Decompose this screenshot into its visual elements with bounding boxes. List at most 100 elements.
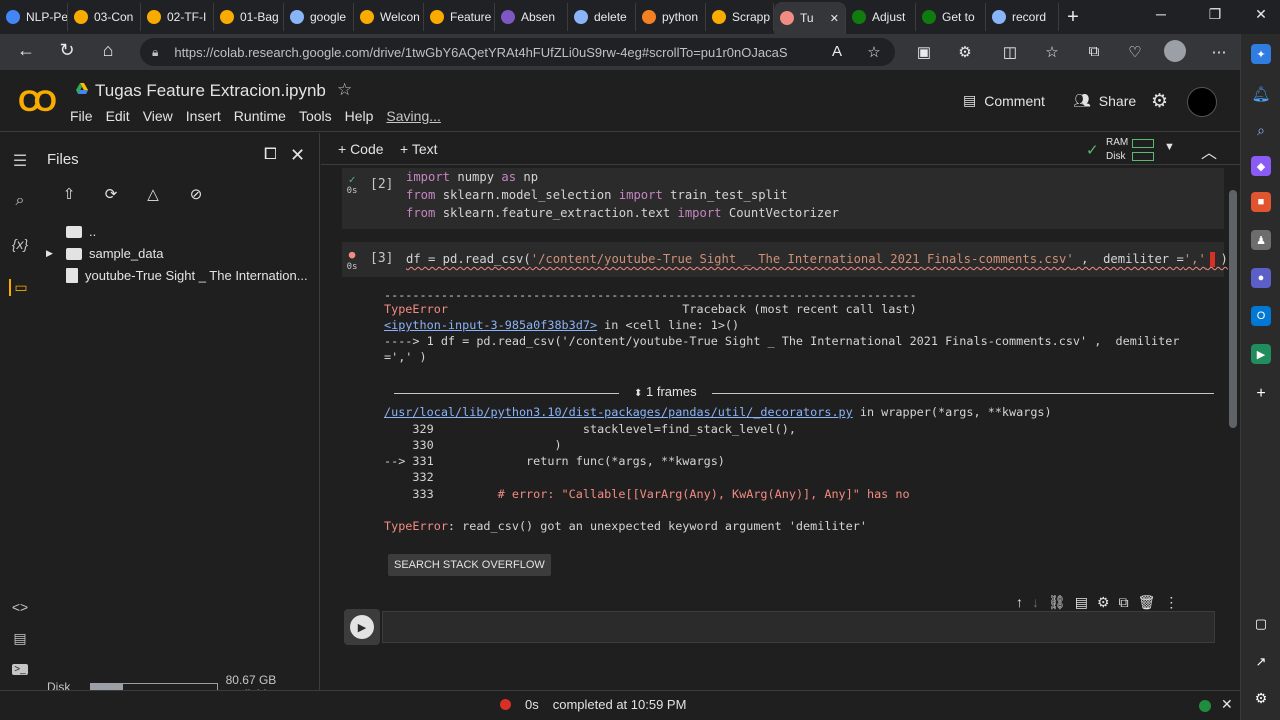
file-item-parent[interactable]: ..	[66, 224, 96, 239]
notification-icon[interactable]: 🔔︎	[1251, 84, 1271, 104]
ipython-input-link[interactable]: <ipython-input-3-985a0f38b3d7>	[384, 318, 597, 332]
code-cell-2[interactable]: ✓ 0s [2] import numpy as np from sklearn…	[342, 168, 1224, 229]
extensions-icon[interactable]: ⚙	[953, 43, 977, 61]
mount-drive-icon[interactable]: △	[142, 185, 164, 205]
favorite-star-icon[interactable]: ☆	[862, 43, 886, 61]
favorites-icon[interactable]: ☆	[1040, 43, 1064, 61]
profile-icon[interactable]	[1164, 40, 1186, 62]
browser-tab[interactable]: google	[284, 3, 354, 31]
browser-tab[interactable]: 03-Con	[68, 3, 141, 31]
hide-files-icon[interactable]: ⊘	[185, 185, 207, 205]
new-tab-button[interactable]: +	[1059, 6, 1087, 29]
share-button[interactable]: 👥︎ Share	[1073, 92, 1136, 109]
menu-tools[interactable]: Tools	[299, 108, 332, 124]
upload-file-icon[interactable]: ⇧	[58, 185, 80, 205]
colab-logo[interactable]: CO	[18, 85, 57, 119]
browser-tab[interactable]: Get to	[916, 3, 986, 31]
decorators-path-link[interactable]: /usr/local/lib/python3.10/dist-packages/…	[384, 405, 853, 419]
expand-caret-icon[interactable]: ▶	[46, 248, 59, 259]
settings-gear-icon[interactable]: ⚙	[1151, 90, 1168, 113]
browser-tab[interactable]: python	[636, 3, 706, 31]
comment-button[interactable]: ▤ Comment	[963, 92, 1045, 109]
menu-view[interactable]: View	[143, 108, 173, 124]
sidebar-toggle-icon[interactable]: ▢	[1251, 614, 1271, 634]
browser-tab[interactable]: Feature	[424, 3, 495, 31]
browser-tab[interactable]: delete	[568, 3, 636, 31]
browser-tab[interactable]: Scrapp	[706, 3, 774, 31]
file-item-sample-data[interactable]: ▶ sample_data	[46, 246, 163, 261]
browser-tab[interactable]: Absen	[495, 3, 568, 31]
search-stack-overflow-button[interactable]: SEARCH STACK OVERFLOW	[388, 554, 551, 576]
tools-icon[interactable]: ■	[1251, 192, 1271, 212]
close-window-icon[interactable]: ✕	[1246, 6, 1276, 23]
cell-settings-icon[interactable]: ⚙	[1097, 594, 1110, 611]
menu-help[interactable]: Help	[345, 108, 374, 124]
run-cell-button[interactable]: ▶	[344, 609, 380, 645]
browser-tab[interactable]: 01-Bag	[214, 3, 284, 31]
close-status-icon[interactable]: ✕	[1221, 696, 1233, 713]
copilot-icon[interactable]: ✦	[1251, 44, 1271, 64]
reload-icon[interactable]: ↻	[47, 40, 87, 61]
file-item-csv[interactable]: youtube-True Sight _ The Internation...	[66, 268, 308, 283]
cell-more-icon[interactable]: ⋮	[1164, 594, 1178, 611]
browser-tab[interactable]: record	[986, 3, 1059, 31]
notebook-scrollbar[interactable]	[1229, 190, 1237, 428]
star-icon[interactable]: ☆	[337, 80, 352, 100]
add-code-button[interactable]: + Code	[338, 141, 384, 157]
move-up-icon[interactable]: ↑	[1016, 594, 1023, 611]
close-panel-icon[interactable]: ✕	[290, 145, 305, 166]
teams-icon[interactable]: ●	[1251, 268, 1271, 288]
search-icon[interactable]: ⌕	[1251, 120, 1271, 140]
menu-insert[interactable]: Insert	[186, 108, 221, 124]
close-tab-icon[interactable]: ✕	[830, 12, 839, 25]
browser-tab[interactable]: NLP-Pe	[0, 3, 68, 31]
performance-icon[interactable]: ♡	[1123, 43, 1147, 61]
files-folder-icon[interactable]: ▭	[9, 279, 31, 296]
menu-runtime[interactable]: Runtime	[234, 108, 286, 124]
collections-icon[interactable]: ⧉	[1082, 43, 1106, 60]
browser-tab[interactable]: Adjust	[846, 3, 916, 31]
outlook-icon[interactable]: O	[1251, 306, 1271, 326]
menu-edit[interactable]: Edit	[106, 108, 130, 124]
games-icon[interactable]: ♟	[1251, 230, 1271, 250]
collapse-header-icon[interactable]: ︿	[1201, 139, 1217, 163]
search-icon[interactable]: ⌕	[9, 192, 31, 210]
empty-code-cell[interactable]	[382, 611, 1215, 643]
split-screen-icon[interactable]: ◫	[998, 43, 1022, 61]
link-icon[interactable]: ⛓	[1048, 594, 1066, 611]
code-line[interactable]: from sklearn.feature_extraction.text imp…	[406, 204, 839, 222]
execution-status[interactable]: 0s completed at 10:59 PM	[500, 697, 686, 712]
more-menu-icon[interactable]: ⋯	[1207, 43, 1231, 61]
external-link-icon[interactable]: ↗	[1251, 652, 1271, 672]
variables-icon[interactable]: {x}	[9, 236, 31, 252]
refresh-folder-icon[interactable]: ⟳	[100, 185, 122, 205]
shopping-icon[interactable]: ◆	[1251, 156, 1271, 176]
move-down-icon[interactable]: ↓	[1032, 594, 1039, 611]
open-in-tab-icon[interactable]: ⧠	[264, 146, 277, 164]
save-icon[interactable]: ▣	[912, 43, 936, 61]
command-palette-icon[interactable]: ▤	[9, 630, 31, 647]
read-aloud-icon[interactable]: A	[825, 43, 849, 60]
table-of-contents-icon[interactable]: ☰	[9, 151, 31, 171]
add-text-button[interactable]: + Text	[400, 141, 438, 157]
saving-status[interactable]: Saving...	[386, 108, 440, 124]
mirror-cell-icon[interactable]: ⧉	[1119, 594, 1129, 611]
comment-icon[interactable]: ▤	[1075, 594, 1088, 611]
browser-tab[interactable]: Tu ✕	[774, 2, 846, 34]
avatar[interactable]	[1187, 87, 1217, 117]
menu-file[interactable]: File	[70, 108, 93, 124]
sidebar-settings-icon[interactable]: ⚙	[1251, 688, 1271, 708]
delete-icon[interactable]: 🗑︎	[1138, 594, 1156, 611]
code-line[interactable]: from sklearn.model_selection import trai…	[406, 186, 788, 204]
home-icon[interactable]: ⌂	[88, 40, 128, 61]
minimize-icon[interactable]: ─	[1146, 6, 1176, 22]
ram-disk-indicator[interactable]: ✓ RAM Disk ▼	[1086, 135, 1176, 163]
code-snippets-icon[interactable]: <>	[9, 599, 31, 615]
chevron-down-icon[interactable]: ▼	[1164, 141, 1175, 153]
browser-tab[interactable]: 02-TF-I	[141, 3, 214, 31]
code-line[interactable]: df = pd.read_csv('/content/youtube-True …	[406, 250, 1228, 268]
frames-expander[interactable]: ⬍ 1 frames	[394, 384, 1214, 402]
maximize-icon[interactable]: ❐	[1200, 6, 1230, 23]
send-icon[interactable]: ▶	[1251, 344, 1271, 364]
code-line[interactable]: import numpy as np	[406, 168, 538, 186]
